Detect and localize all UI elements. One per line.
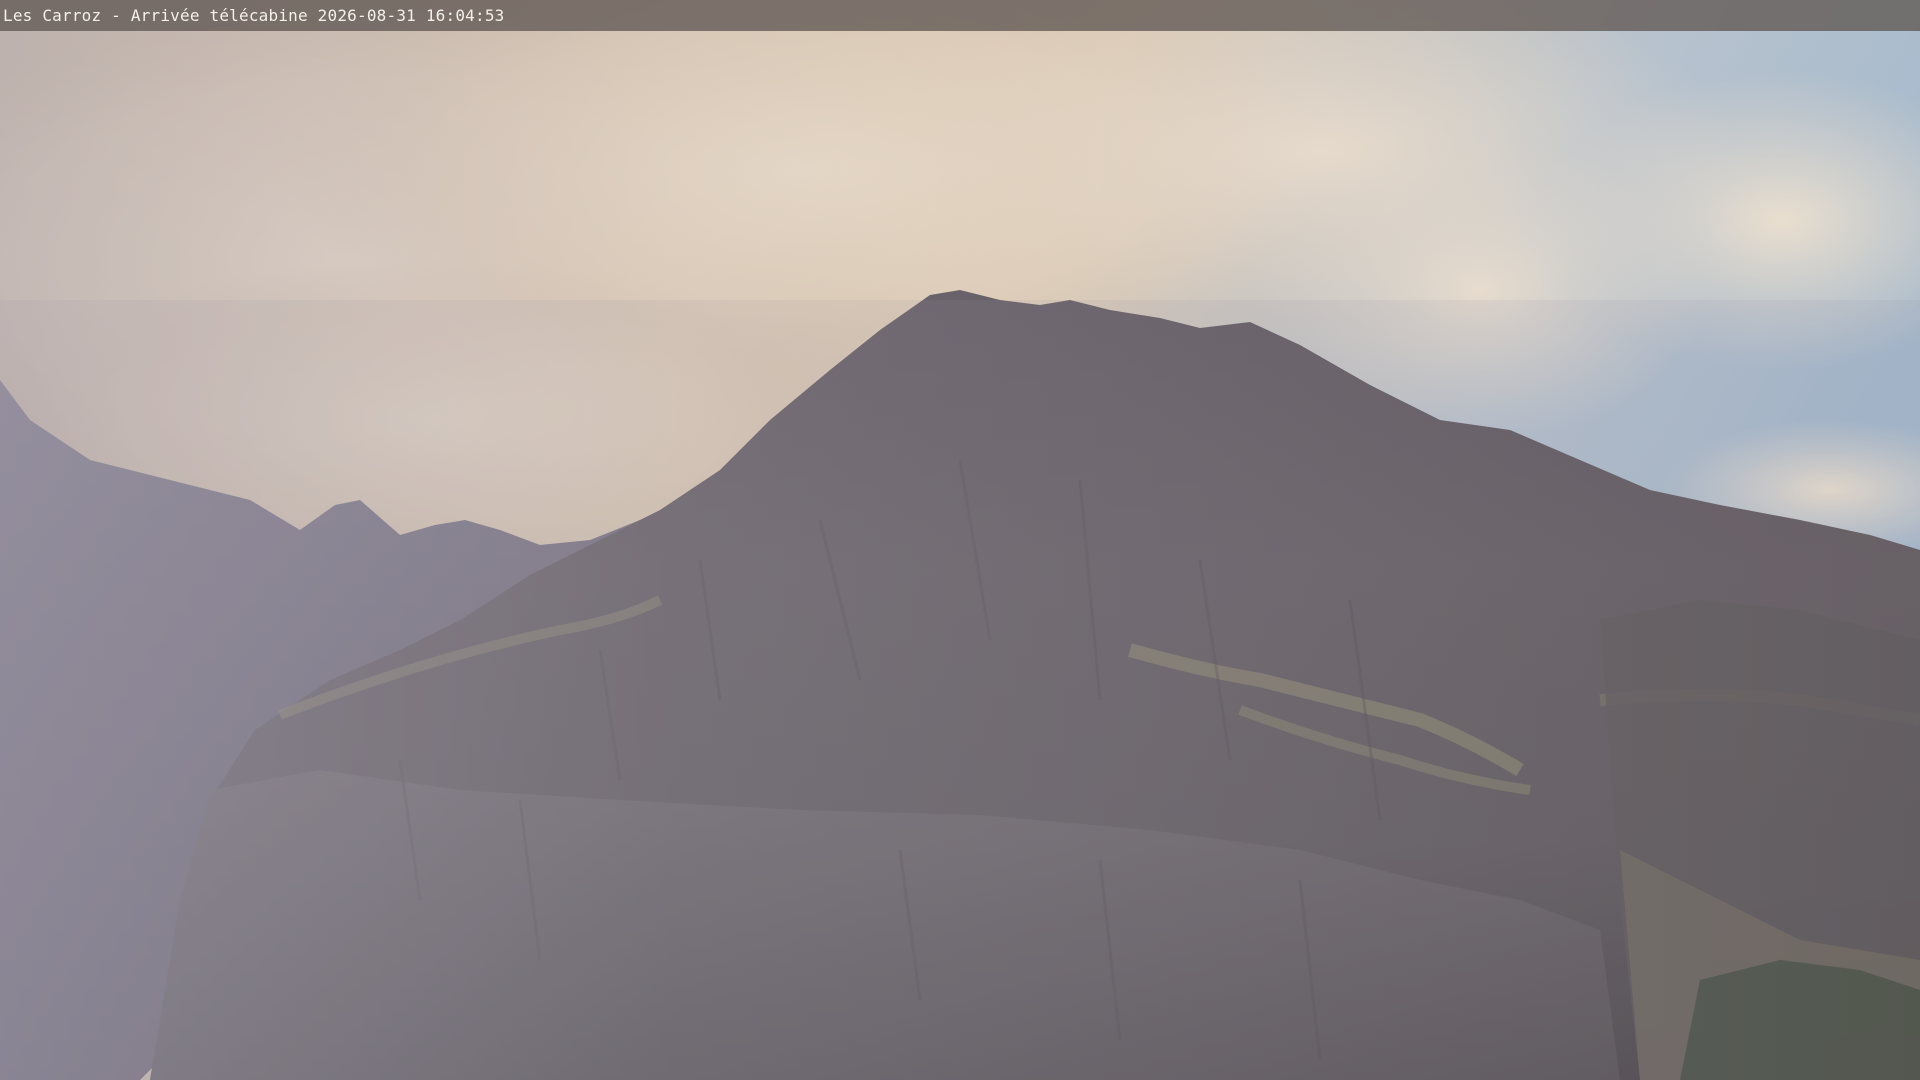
webcam-frame: Les Carroz - Arrivée télécabine 2026-08-… [0,0,1920,1080]
caption-location: Les Carroz - Arrivée télécabine [3,6,308,25]
caption-timestamp: 2026-08-31 16:04:53 [317,6,505,25]
webcam-image [0,0,1920,1080]
webcam-caption-bar: Les Carroz - Arrivée télécabine 2026-08-… [0,0,1920,31]
caption-separator [308,0,318,31]
